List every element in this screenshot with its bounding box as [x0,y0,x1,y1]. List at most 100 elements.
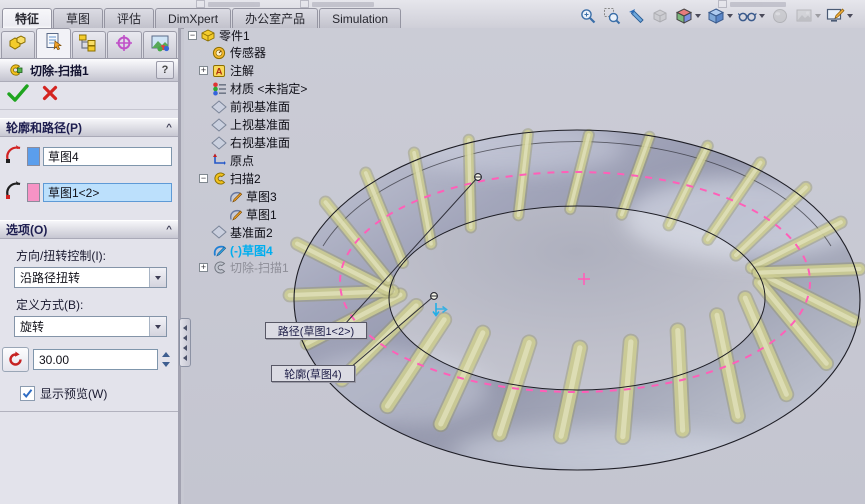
sensors-icon [211,45,227,61]
tree-item-label: 材质 <未指定> [230,82,308,97]
feature-tree-item[interactable]: 前视基准面 [186,98,290,116]
panel-tab-property-manager[interactable] [36,28,71,58]
tree-expander-icon[interactable]: − [188,30,197,40]
section-options[interactable]: 选项(O) ^ [0,220,178,239]
ribbon-tab-4[interactable]: DimXpert [155,8,232,28]
panel-tab-configuration-manager[interactable] [71,31,107,58]
tree-item-label: 零件1 [219,28,250,43]
rotation-icon [2,347,29,372]
feature-tree-item[interactable]: 草图1 [186,205,277,223]
panel-tab-feature-manager[interactable] [1,31,36,58]
tree-item-label: 草图1 [246,207,277,222]
feature-manager-icon [8,34,28,57]
cut-sweep-icon [7,62,23,78]
sketch-icon [227,206,243,222]
zoom-fit-button[interactable] [578,6,597,25]
annotations-icon: A [211,63,227,79]
dropdown-caret-icon[interactable] [727,13,733,18]
feature-tree-item[interactable]: 原点 [186,151,254,169]
sketch-selected-icon [211,242,227,258]
property-manager-icon [44,32,64,55]
show-preview-checkbox[interactable] [20,386,35,401]
ribbon-tab-5[interactable]: 办公室产品 [232,8,319,28]
dropdown-caret-icon[interactable] [759,13,765,18]
spin-up-icon[interactable] [162,352,170,357]
dropdown-arrow-icon[interactable] [149,268,166,287]
origin-icon [211,152,227,168]
feature-tree-item[interactable]: 传感器 [186,44,266,62]
view-settings-button[interactable] [826,6,853,25]
callout-profile[interactable]: 轮廓(草图4) [271,365,355,382]
feature-tree-item[interactable]: + 切除-扫描1 [186,259,289,277]
path-input[interactable]: 草图1<2> [43,183,172,202]
path-icon [4,179,24,206]
dropdown-arrow-icon[interactable] [149,317,166,336]
profile-color-swatch [27,147,40,166]
tree-item-label: 草图3 [246,189,277,204]
apply-scene-button [794,6,821,25]
edit-appearance-button [770,6,789,25]
feature-tree-item[interactable]: − 扫描2 [186,169,261,187]
view-orientation-button[interactable] [674,6,701,25]
define-by-dropdown[interactable]: 旋转 [14,316,167,337]
tree-item-label: 传感器 [230,46,267,61]
feature-tree-item[interactable]: 材质 <未指定> [186,80,307,98]
turns-input[interactable]: 30.00 [33,349,158,370]
configuration-manager-icon [78,34,99,57]
section-profile-path-label: 轮廓和路径(P) [6,121,82,135]
ribbon-tab-3[interactable]: 评估 [104,8,155,28]
sweep-cut-icon [211,260,227,276]
panel-tab-dimxpert-manager[interactable] [107,31,142,58]
property-manager-panel: 切除-扫描1 ? 轮廓和路径(P) ^ 草图4 草图1<2> 选项(O) ^ 方… [0,28,181,504]
profile-input[interactable]: 草图4 [43,147,172,166]
twist-control-dropdown[interactable]: 沿路径扭转 [14,267,167,288]
previous-view-button[interactable] [626,6,645,25]
feature-tree-item[interactable]: 右视基准面 [186,134,290,152]
ribbon-tab-6[interactable]: Simulation [319,8,402,28]
spin-down-icon[interactable] [162,362,170,367]
panel-splitter-handle[interactable] [179,318,191,367]
solidworks-window: { "ribbon": { "tabs": [ {"label": "特征", … [0,0,865,504]
graphics-viewport[interactable]: − 零件1 传感器 + A 注解 材质 <未指定> 前视基准面 上视基准面 右视基准面 原点 − 扫描2… [184,28,865,504]
feature-tree-item[interactable]: 上视基准面 [186,116,290,134]
ribbon-tab-1[interactable]: 特征 [2,8,53,28]
zoom-fit-icon [578,6,597,25]
material-icon [211,81,227,97]
tree-item-label: 基准面2 [230,225,273,240]
tree-expander-icon[interactable]: − [199,173,208,183]
zoom-area-icon [602,6,621,25]
help-button[interactable]: ? [156,61,174,79]
hide-show-items-icon [738,6,757,25]
tree-item-label: 原点 [230,153,255,168]
view-settings-icon [826,6,845,25]
feature-tree-item[interactable]: − 零件1 [186,28,250,44]
ok-button[interactable] [7,84,29,107]
zoom-area-button[interactable] [602,6,621,25]
tree-expander-icon[interactable]: + [199,66,208,76]
twist-control-value: 沿路径扭转 [20,271,81,285]
property-manager-titlebar: 切除-扫描1 ? [0,59,178,82]
dropdown-caret-icon[interactable] [695,13,701,18]
cancel-button[interactable] [42,85,58,106]
feature-tree-item[interactable]: 草图3 [186,187,277,205]
feature-tree-item[interactable]: 基准面2 [186,223,273,241]
dropdown-caret-icon[interactable] [847,13,853,18]
display-style-button[interactable] [706,6,733,25]
section-profile-path[interactable]: 轮廓和路径(P) ^ [0,118,178,137]
ribbon-tab-bar: 特征 草图 评估 DimXpert 办公室产品 Simulation [2,8,402,28]
panel-tab-display-manager[interactable] [142,31,178,58]
svg-text:A: A [216,66,223,77]
hide-show-items-button[interactable] [738,6,765,25]
tree-item-label: 切除-扫描1 [230,261,289,276]
define-by-label: 定义方式(B): [16,298,84,312]
callout-path[interactable]: 路径(草图1<2>) [265,322,367,339]
feature-tree-item[interactable]: + A 注解 [186,62,254,80]
plane-icon [211,117,227,133]
feature-tree-item[interactable]: (-)草图4 [186,241,273,259]
dropdown-caret-icon[interactable] [815,13,821,18]
ribbon-tab-2[interactable]: 草图 [53,8,104,28]
turns-spinner [162,352,170,367]
section-view-button [650,6,669,25]
tree-expander-icon[interactable]: + [199,263,208,273]
panel-content-bottom [0,411,178,412]
